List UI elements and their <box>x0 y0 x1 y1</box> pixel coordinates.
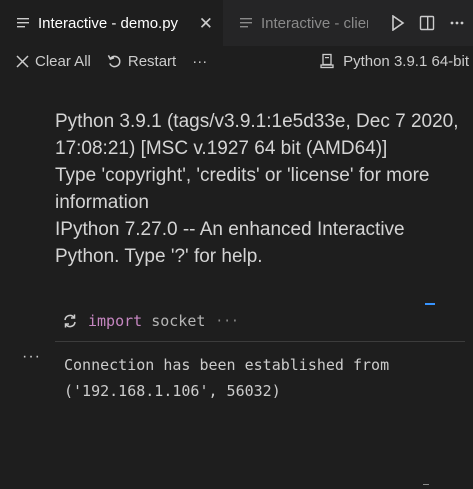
banner-line: IPython 7.27.0 -- An enhanced Interactiv… <box>55 219 405 240</box>
interactive-toolbar: Clear All Restart ··· Python 3.9.1 64-bi… <box>0 46 473 76</box>
split-editor-icon[interactable] <box>419 15 435 31</box>
restart-icon <box>107 54 121 67</box>
banner-line: Python. Type '?' for help. <box>55 246 263 267</box>
clear-all-label: Clear All <box>35 52 91 70</box>
focus-indicator <box>425 303 435 305</box>
list-icon <box>240 18 252 28</box>
tab-interactive-client[interactable]: Interactive - clier <box>223 0 368 46</box>
cell-input-collapsed[interactable]: import socket ··· <box>62 312 239 330</box>
kernel-picker[interactable]: Python 3.9.1 64-bit <box>319 53 473 70</box>
toolbar-more-button[interactable]: ··· <box>192 53 207 70</box>
banner-line: 17:08:21) [MSC v.1927 64 bit (AMD64)] <box>55 138 388 159</box>
output-line: Connection has been established from <box>64 356 390 374</box>
tab-interactive-demo[interactable]: Interactive - demo.py ✕ <box>0 0 223 46</box>
list-icon <box>17 18 29 28</box>
more-icon: ··· <box>192 52 208 70</box>
sync-icon <box>64 314 76 328</box>
cell-more-actions-icon[interactable]: ··· <box>22 348 41 366</box>
editor-actions <box>391 0 473 46</box>
cell-divider <box>55 341 465 342</box>
kernel-label: Python 3.9.1 64-bit <box>343 52 469 70</box>
run-icon[interactable] <box>391 15 405 31</box>
code-keyword: import <box>88 312 143 330</box>
expand-code-icon[interactable]: ··· <box>215 314 238 329</box>
tab-bar: Interactive - demo.py ✕ Interactive - cl… <box>0 0 473 46</box>
interactive-window: Interactive - demo.py ✕ Interactive - cl… <box>0 0 473 489</box>
banner-line: Python 3.9.1 (tags/v3.9.1:1e5d33e, Dec 7… <box>55 111 459 132</box>
restart-button[interactable]: Restart <box>107 53 176 70</box>
cell-output: Connection has been established from ('19… <box>64 352 389 404</box>
output-line: ('192.168.1.106', 56032) <box>64 382 281 400</box>
kernel-banner: Python 3.9.1 (tags/v3.9.1:1e5d33e, Dec 7… <box>55 108 470 270</box>
banner-line: Type 'copyright', 'credits' or 'license'… <box>55 165 430 186</box>
close-icon <box>16 54 29 68</box>
code-module: socket <box>151 312 206 330</box>
banner-line: information <box>55 192 149 213</box>
tab-label: Interactive - demo.py <box>38 14 179 32</box>
resize-handle <box>423 484 429 489</box>
server-icon <box>320 53 334 69</box>
clear-all-button[interactable]: Clear All <box>16 53 91 70</box>
restart-label: Restart <box>127 52 177 70</box>
tab-label: Interactive - clier <box>261 14 368 32</box>
close-icon[interactable]: ✕ <box>199 15 213 32</box>
more-actions-icon[interactable] <box>449 15 465 31</box>
